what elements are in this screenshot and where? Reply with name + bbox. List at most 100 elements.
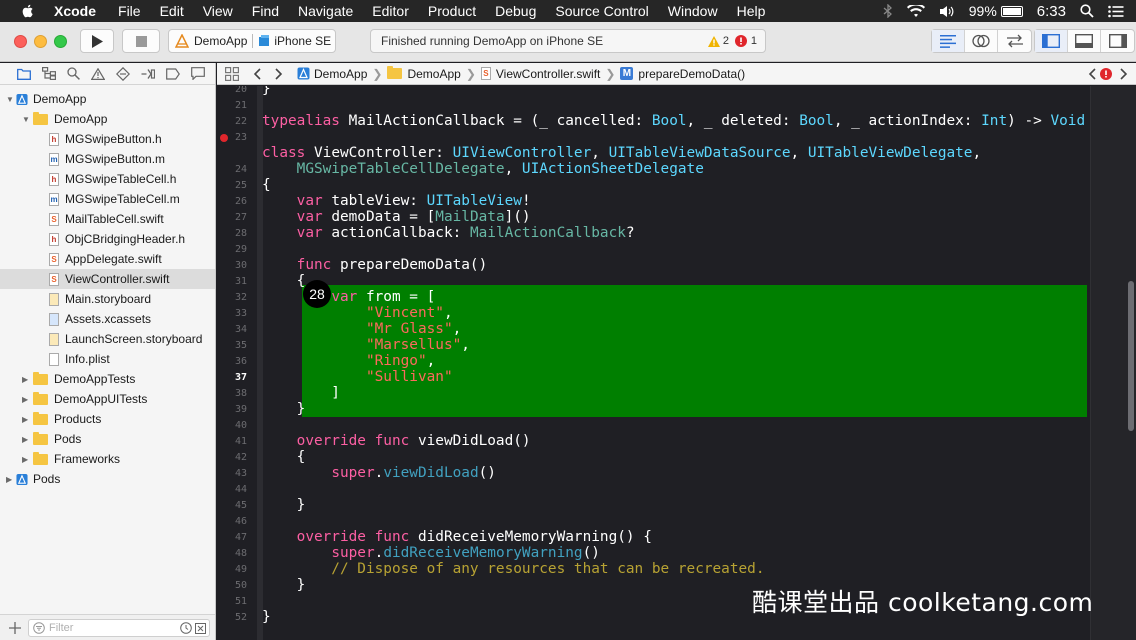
tree-item[interactable]: ▶ Pods [0,429,215,449]
minimap-scroll-area[interactable] [1090,86,1136,640]
line-number[interactable]: 41 [217,436,247,447]
spotlight-search-icon[interactable] [1080,4,1094,18]
scheme-selector[interactable]: DemoApp iPhone SE [168,29,336,53]
breakpoint-navigator-tab[interactable] [166,67,180,81]
line-number[interactable]: 20 [217,86,247,95]
tree-item[interactable]: ▶ Pods [0,469,215,489]
battery-status[interactable]: 99% [969,3,1023,19]
tree-item[interactable]: ▶ Frameworks [0,449,215,469]
code-line[interactable]: var from = [ [262,289,435,305]
source-editor[interactable]: 20 21 22 23 24 25 26 27 28 29 30 31 32 33 34 35 36 37 38 39… [217,86,1136,640]
code-line[interactable]: var actionCallback: MailActionCallback? [262,225,635,241]
code-line[interactable]: override func viewDidLoad() [262,433,531,449]
line-number[interactable]: 35 [217,340,247,351]
line-number[interactable]: 30 [217,260,247,271]
code-line[interactable]: ] [262,385,340,401]
code-line[interactable]: var tableView: UITableView! [262,193,531,209]
code-line[interactable]: "Vincent", [262,305,453,321]
zoom-window-button[interactable] [54,35,67,48]
add-file-icon[interactable] [9,622,21,634]
line-number[interactable]: 29 [217,244,247,255]
code-line[interactable]: class ViewController: UIViewController, … [262,145,981,161]
line-number[interactable]: 48 [217,548,247,559]
menu-help[interactable]: Help [737,3,766,19]
menu-app-name[interactable]: Xcode [54,3,96,19]
bluetooth-icon[interactable] [883,4,893,18]
report-navigator-tab[interactable] [191,67,205,81]
tree-item[interactable]: S MailTableCell.swift [0,209,215,229]
apple-menu-icon[interactable] [20,3,36,19]
tree-item[interactable]: Info.plist [0,349,215,369]
disclosure-collapsed-icon[interactable]: ▶ [22,455,32,464]
disclosure-collapsed-icon[interactable]: ▶ [6,475,16,484]
disclosure-collapsed-icon[interactable]: ▶ [22,435,32,444]
line-number[interactable]: 45 [217,500,247,511]
scheme-name[interactable]: DemoApp [194,34,247,48]
code-line[interactable]: } [262,401,306,417]
tree-item[interactable]: LaunchScreen.storyboard [0,329,215,349]
line-number[interactable]: 24 [217,164,247,175]
disclosure-expanded-icon[interactable]: ▼ [22,115,32,124]
code-line[interactable]: { [262,273,306,289]
vertical-scrollbar-thumb[interactable] [1128,281,1134,431]
tree-item[interactable]: Main.storyboard [0,289,215,309]
disclosure-collapsed-icon[interactable]: ▶ [22,415,32,424]
assistant-editor-button[interactable] [965,30,998,52]
line-number[interactable]: 38 [217,388,247,399]
version-editor-button[interactable] [998,30,1031,52]
code-line[interactable]: "Mr Glass", [262,321,461,337]
code-line[interactable]: super.viewDidLoad() [262,465,496,481]
tree-item[interactable]: ▶ Products [0,409,215,429]
line-number[interactable]: 47 [217,532,247,543]
line-number[interactable]: 27 [217,212,247,223]
menu-source-control[interactable]: Source Control [555,3,648,19]
code-line[interactable]: } [262,577,306,593]
code-line[interactable]: } [262,609,271,625]
menu-file[interactable]: File [118,3,141,19]
warnings-indicator[interactable]: 2 [707,35,729,47]
disclosure-collapsed-icon[interactable]: ▶ [22,375,32,384]
code-line[interactable]: { [262,177,271,193]
line-number[interactable]: 25 [217,180,247,191]
tree-item[interactable]: Assets.xcassets [0,309,215,329]
line-number[interactable]: 28 [217,228,247,239]
menu-find[interactable]: Find [252,3,279,19]
tree-item[interactable]: ▼ DemoApp [0,89,215,109]
line-number[interactable]: 39 [217,404,247,415]
line-number[interactable]: 26 [217,196,247,207]
line-number[interactable]: 40 [217,420,247,431]
line-number[interactable]: 21 [217,100,247,111]
errors-indicator[interactable]: 1 [734,35,757,47]
tree-item[interactable]: ▼ DemoApp [0,109,215,129]
tree-item[interactable]: S AppDelegate.swift [0,249,215,269]
code-line[interactable]: } [262,86,271,97]
menu-editor[interactable]: Editor [372,3,409,19]
code-line[interactable]: "Sullivan" [262,369,453,385]
code-line[interactable]: MGSwipeTableCellDelegate, UIActionSheetD… [262,161,704,177]
recent-files-icon[interactable] [180,622,192,634]
tree-item[interactable]: h MGSwipeButton.h [0,129,215,149]
debug-navigator-tab[interactable] [141,67,155,81]
forward-arrow-icon[interactable] [275,67,283,80]
related-items-icon[interactable] [225,66,239,81]
breadcrumb-group[interactable]: DemoApp [387,66,461,81]
line-number[interactable]: 31 [217,276,247,287]
line-number[interactable]: 46 [217,516,247,527]
toggle-navigator-button[interactable] [1035,30,1068,52]
menu-view[interactable]: View [203,3,233,19]
line-number[interactable]: 49 [217,564,247,575]
destination-name[interactable]: iPhone SE [274,34,331,48]
line-number[interactable]: 22 [217,116,247,127]
line-number[interactable]: 36 [217,356,247,367]
volume-icon[interactable] [939,5,955,18]
tree-item[interactable]: h ObjCBridgingHeader.h [0,229,215,249]
scm-filter-icon[interactable] [195,622,206,634]
code-line[interactable]: { [262,449,306,465]
line-number[interactable]: 50 [217,580,247,591]
run-button[interactable] [80,29,114,53]
line-number[interactable]: 32 [217,292,247,303]
previous-issue-icon[interactable] [1088,68,1096,80]
code-line[interactable]: } [262,497,306,513]
line-number[interactable]: 51 [217,596,247,607]
code-line[interactable]: func prepareDemoData() [262,257,488,273]
